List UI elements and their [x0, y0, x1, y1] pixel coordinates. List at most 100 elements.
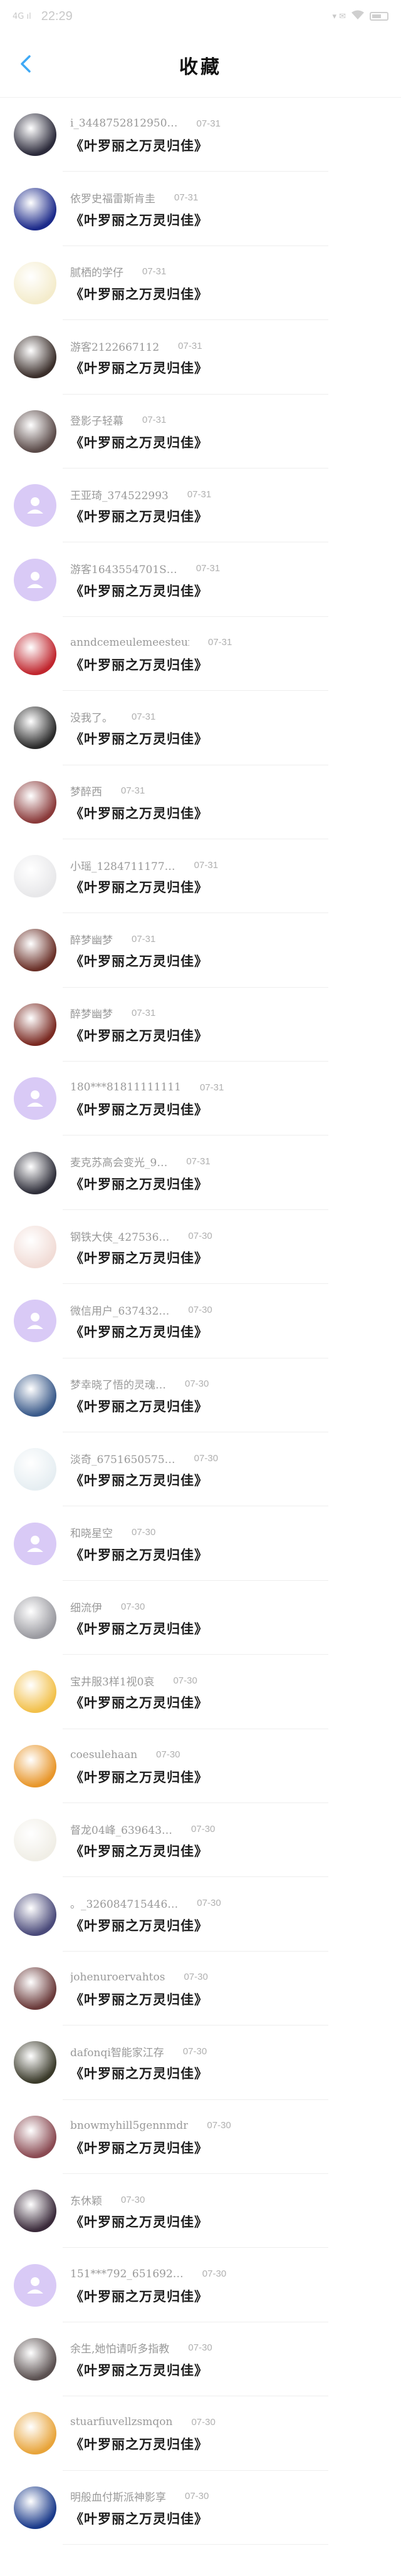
avatar[interactable] — [14, 1670, 56, 1714]
book-title[interactable]: 《叶罗丽之万灵归佳》 — [70, 2138, 231, 2157]
book-title[interactable]: 《叶罗丽之万灵归佳》 — [70, 1916, 221, 1935]
avatar[interactable] — [14, 187, 56, 230]
avatar[interactable] — [14, 2486, 56, 2529]
list-item[interactable]: anndcemeulemeesteura 07-31 《叶罗丽之万灵归佳》 — [0, 617, 401, 691]
avatar[interactable] — [14, 1003, 56, 1046]
list-item[interactable]: 151***792_651692… 07-30 《叶罗丽之万灵归佳》 — [0, 2248, 401, 2323]
avatar[interactable] — [14, 2337, 56, 2381]
list-item[interactable]: johenuroervahtos 07-30 《叶罗丽之万灵归佳》 — [0, 1952, 401, 2026]
list-item[interactable]: 余生,她怕请听多指教 07-30 《叶罗丽之万灵归佳》 — [0, 2322, 401, 2397]
avatar[interactable] — [14, 1448, 56, 1491]
list-item[interactable]: 东休颖 07-30 《叶罗丽之万灵归佳》 — [0, 2174, 401, 2248]
book-title[interactable]: 《叶罗丽之万灵归佳》 — [70, 2287, 226, 2305]
avatar[interactable] — [14, 2041, 56, 2084]
list-item[interactable]: 醉梦幽梦 07-31 《叶罗丽之万灵归佳》 — [0, 988, 401, 1062]
book-title[interactable]: 《叶罗丽之万灵归佳》 — [70, 2212, 208, 2231]
book-title[interactable]: 《叶罗丽之万灵归佳》 — [70, 1248, 212, 1267]
book-title[interactable]: 《叶罗丽之万灵归佳》 — [70, 1100, 224, 1119]
list-item[interactable]: 没我了。 07-31 《叶罗丽之万灵归佳》 — [0, 691, 401, 765]
list-item[interactable]: bnowmyhill5gennmdr 07-30 《叶罗丽之万灵归佳》 — [0, 2100, 401, 2175]
avatar[interactable] — [14, 1226, 56, 1269]
book-title[interactable]: 《叶罗丽之万灵归佳》 — [70, 1619, 208, 1638]
book-title[interactable]: 《叶罗丽之万灵归佳》 — [70, 1322, 212, 1341]
book-title[interactable]: 《叶罗丽之万灵归佳》 — [70, 284, 208, 303]
avatar[interactable] — [14, 780, 56, 824]
book-title[interactable]: 《叶罗丽之万灵归佳》 — [70, 1767, 208, 1786]
list-item[interactable]: 和晓星空 07-30 《叶罗丽之万灵归佳》 — [0, 1506, 401, 1581]
book-title[interactable]: 《叶罗丽之万灵归佳》 — [70, 1397, 209, 1415]
list-item[interactable]: 醉梦幽梦 07-31 《叶罗丽之万灵归佳》 — [0, 913, 401, 988]
list-item[interactable]: 梦幸晓了悟的灵魂… 07-30 《叶罗丽之万灵归佳》 — [0, 1358, 401, 1433]
avatar[interactable] — [14, 2190, 56, 2233]
avatar[interactable] — [14, 1819, 56, 1862]
list-item[interactable]: 淡奇_6751650575… 07-30 《叶罗丽之万灵归佳》 — [0, 1432, 401, 1507]
book-title[interactable]: 《叶罗丽之万灵归佳》 — [70, 136, 221, 155]
book-title[interactable]: 《叶罗丽之万灵归佳》 — [70, 877, 218, 896]
avatar[interactable] — [14, 1373, 56, 1417]
list-item[interactable]: coesulehaan 07-30 《叶罗丽之万灵归佳》 — [0, 1729, 401, 1804]
default-avatar[interactable] — [14, 1077, 56, 1120]
list-item[interactable]: 游客1643554701S… 07-31 《叶罗丽之万灵归佳》 — [0, 542, 401, 618]
book-title[interactable]: 《叶罗丽之万灵归佳》 — [70, 2509, 209, 2528]
list-item[interactable]: 王亚琦_374522993 07-31 《叶罗丽之万灵归佳》 — [0, 468, 401, 543]
book-title[interactable]: 《叶罗丽之万灵归佳》 — [70, 507, 211, 525]
avatar[interactable] — [14, 2412, 56, 2455]
list-item[interactable]: 登影子轻幕 07-31 《叶罗丽之万灵归佳》 — [0, 395, 401, 469]
avatar[interactable] — [14, 1967, 56, 2010]
book-title[interactable]: 《叶罗丽之万灵归佳》 — [70, 581, 220, 600]
avatar[interactable] — [14, 1596, 56, 1639]
list-item[interactable]: 督龙04峰_639643… 07-30 《叶罗丽之万灵归佳》 — [0, 1803, 401, 1878]
default-avatar[interactable] — [14, 484, 56, 527]
avatar[interactable] — [14, 1744, 56, 1787]
default-avatar[interactable] — [14, 1522, 56, 1565]
list-item[interactable]: 梦醉西 07-31 《叶罗丽之万灵归佳》 — [0, 765, 401, 840]
list-item[interactable]: 宝井服3样1视0哀 07-30 《叶罗丽之万灵归佳》 — [0, 1655, 401, 1729]
book-title[interactable]: 《叶罗丽之万灵归佳》 — [70, 210, 208, 229]
list-item[interactable]: i_3448752812950… 07-31 《叶罗丽之万灵归佳》 — [0, 98, 401, 172]
list-item[interactable]: 细流伊 07-30 《叶罗丽之万灵归佳》 — [0, 1581, 401, 1655]
book-title[interactable]: 《叶罗丽之万灵归佳》 — [70, 1693, 208, 1712]
list-item[interactable]: 腻栖的学仔 07-31 《叶罗丽之万灵归佳》 — [0, 246, 401, 321]
book-title[interactable]: 《叶罗丽之万灵归佳》 — [70, 655, 232, 674]
list-item[interactable]: 依罗史福雷斯肯圭 07-31 《叶罗丽之万灵归佳》 — [0, 172, 401, 247]
avatar[interactable] — [14, 261, 56, 304]
book-title[interactable]: 《叶罗丽之万灵归佳》 — [70, 1841, 215, 1860]
avatar[interactable] — [14, 1893, 56, 1936]
book-title[interactable]: 《叶罗丽之万灵归佳》 — [70, 2434, 216, 2453]
book-title[interactable]: 《叶罗丽之万灵归佳》 — [70, 358, 208, 377]
avatar[interactable] — [14, 706, 56, 750]
list-item[interactable]: 。_326084715446… 07-30 《叶罗丽之万灵归佳》 — [0, 1877, 401, 1952]
list-item[interactable]: 微信用户_637432… 07-30 《叶罗丽之万灵归佳》 — [0, 1284, 401, 1359]
avatar[interactable] — [14, 929, 56, 972]
list-item[interactable]: 游客2122667112 07-31 《叶罗丽之万灵归佳》 — [0, 320, 401, 395]
book-title[interactable]: 《叶罗丽之万灵归佳》 — [70, 1990, 208, 2009]
list-item[interactable]: 明般血付斯派神影享 07-30 《叶罗丽之万灵归佳》 — [0, 2471, 401, 2545]
book-title[interactable]: 《叶罗丽之万灵归佳》 — [70, 1545, 208, 1564]
avatar[interactable] — [14, 336, 56, 379]
avatar[interactable] — [14, 2115, 56, 2158]
book-title[interactable]: 《叶罗丽之万灵归佳》 — [70, 2064, 208, 2082]
book-title[interactable]: 《叶罗丽之万灵归佳》 — [70, 1026, 208, 1045]
avatar[interactable] — [14, 113, 56, 157]
default-avatar[interactable] — [14, 2263, 56, 2307]
avatar[interactable] — [14, 855, 56, 898]
default-avatar[interactable] — [14, 1300, 56, 1343]
book-title[interactable]: 《叶罗丽之万灵归佳》 — [70, 2361, 212, 2379]
avatar[interactable] — [14, 1151, 56, 1194]
avatar[interactable] — [14, 632, 56, 675]
book-title[interactable]: 《叶罗丽之万灵归佳》 — [70, 433, 208, 452]
list-item[interactable]: stuarfiuvellzsmqon 07-30 《叶罗丽之万灵归佳》 — [0, 2396, 401, 2471]
book-title[interactable]: 《叶罗丽之万灵归佳》 — [70, 1471, 218, 1489]
list-item[interactable]: dafonqi智能家江存 07-30 《叶罗丽之万灵归佳》 — [0, 2025, 401, 2100]
book-title[interactable]: 《叶罗丽之万灵归佳》 — [70, 1174, 211, 1193]
avatar[interactable] — [14, 410, 56, 453]
list-item[interactable]: 麦克苏高会变光_9… 07-31 《叶罗丽之万灵归佳》 — [0, 1135, 401, 1211]
list-item[interactable]: 钢铁大侠_427536… 07-30 《叶罗丽之万灵归佳》 — [0, 1210, 401, 1285]
back-button[interactable] — [9, 46, 44, 81]
book-title[interactable]: 《叶罗丽之万灵归佳》 — [70, 729, 208, 748]
book-title[interactable]: 《叶罗丽之万灵归佳》 — [70, 951, 208, 970]
list-item[interactable]: 180***81811111111 07-31 《叶罗丽之万灵归佳》 — [0, 1062, 401, 1136]
book-title[interactable]: 《叶罗丽之万灵归佳》 — [70, 804, 208, 822]
default-avatar[interactable] — [14, 558, 56, 601]
list-item[interactable]: 小瑶_1284711177… 07-31 《叶罗丽之万灵归佳》 — [0, 839, 401, 914]
